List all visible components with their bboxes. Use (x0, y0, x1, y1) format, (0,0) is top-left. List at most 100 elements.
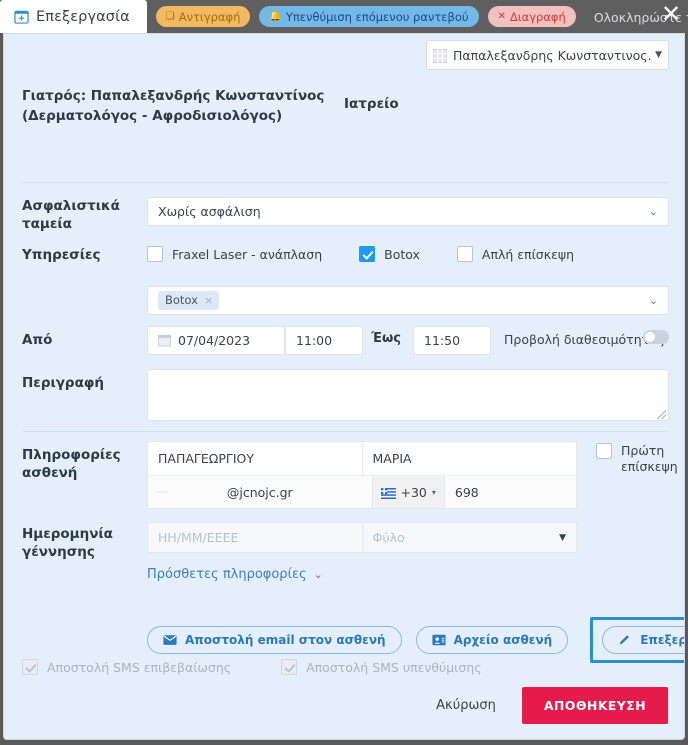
description-textarea[interactable] (147, 369, 669, 421)
divider-middle (22, 431, 668, 432)
pill-copy-label: Αντιγραφή (178, 9, 241, 24)
appointment-edit-dialog: Γιατρός: Παπαλεξανδρής Κωνσταντίνος (Δερ… (3, 33, 685, 740)
time-to-input[interactable]: 11:50 (413, 326, 491, 355)
patient-firstname-field[interactable]: ΜΑΡΙΑ (363, 442, 577, 475)
greece-flag-icon (380, 487, 396, 499)
description-label-text: Περιγραφή (22, 375, 105, 391)
chevron-down-icon: ▼ (559, 532, 566, 543)
tab-edit[interactable]: Επεξεργασία (0, 0, 147, 33)
patient-phone-field[interactable]: +30 ▾ 698 (372, 476, 576, 508)
patient-info-grid: ΠΑΠΑΓΕΩΡΓΙΟΥ ΜΑΡΙΑ @jcnojc.gr +30 ▾ 698 (147, 441, 577, 509)
date-input[interactable]: 07/04/2023 (147, 326, 285, 355)
clinic-select[interactable]: Παπαλεξανδρης Κωνσταντινος. (mes ▼ (426, 40, 669, 70)
insurance-select[interactable]: Χωρίς ασφάλιση ⌄ (147, 197, 669, 226)
patient-action-buttons: Αποστολή email στον ασθενή Αρχείο ασθενή (147, 617, 684, 663)
patient-phone-value: 698 (454, 484, 479, 500)
availability-label: Προβολή διαθεσιμότητας (504, 332, 665, 347)
availability-toggle[interactable] (643, 330, 669, 344)
service-label: Fraxel Laser - ανάπλαση (172, 246, 323, 262)
pill-copy[interactable]: ❏ Αντιγραφή (155, 6, 251, 27)
edit-patient-button[interactable]: Επεξεργασία ασθενή (602, 626, 684, 654)
grid-icon (433, 48, 447, 63)
chevron-down-icon: ▼ (655, 50, 662, 60)
patient-file-icon (432, 633, 446, 647)
schedule-row: 07/04/2023 11:00 Έως 11:50 Προβολή διαθε… (4, 326, 684, 356)
edit-patient-label: Επεξεργασία ασθενή (640, 633, 684, 647)
checkbox-checked-icon[interactable] (359, 246, 376, 262)
pencil-icon (618, 633, 632, 647)
birthdate-label-text: Ημερομηνία γέννησης (22, 526, 113, 560)
insurance-label: Ασφαλιστικά ταμεία (4, 197, 134, 233)
doctor-row: Γιατρός: Παπαλεξανδρής Κωνσταντίνος (Δερ… (4, 86, 684, 126)
to-label: Έως (371, 331, 401, 346)
phone-prefix-value: +30 (400, 484, 427, 500)
doctor-name: Γιατρός: Παπαλεξανδρής Κωνσταντίνος (Δερ… (22, 88, 325, 124)
pill-delete[interactable]: ✕ Διαγραφή (487, 6, 576, 27)
clinic-value: Παπαλεξανδρης Κωνσταντινος. (mes (453, 47, 652, 63)
pill-remind-label: Υπενθύμιση επόμενου ραντεβού (285, 9, 469, 24)
cancel-button[interactable]: Ακύρωση (436, 698, 496, 713)
dialog-footer: Ακύρωση ΑΠΟΘΗΚΕΥΣΗ (4, 671, 684, 739)
time-from-value: 11:00 (296, 333, 333, 348)
service-checkbox-fraxel[interactable]: Fraxel Laser - ανάπλαση (147, 246, 322, 262)
patient-lastname-field[interactable]: ΠΑΠΑΓΕΩΡΓΙΟΥ (148, 442, 363, 475)
divider-top (22, 182, 668, 183)
time-to-value: 11:50 (424, 333, 461, 348)
edit-patient-highlight: Επεξεργασία ασθενή (590, 617, 684, 663)
extra-info-toggle[interactable]: Πρόσθετες πληροφορίες ⌄ (147, 567, 323, 582)
first-visit-checkbox[interactable]: Πρώτη επίσκεψη (596, 443, 684, 475)
date-value: 07/04/2023 (178, 333, 251, 348)
service-multiselect[interactable]: Botox × ⌄ (147, 286, 669, 315)
service-chip-botox[interactable]: Botox × (158, 291, 220, 310)
chevron-down-icon: ⌄ (648, 294, 658, 307)
first-visit-label: Πρώτη επίσκεψη (621, 443, 678, 474)
patient-file-label: Αρχείο ασθενή (453, 633, 553, 647)
send-email-button[interactable]: Αποστολή email στον ασθενή (147, 626, 402, 654)
chevron-down-icon: ⌄ (313, 568, 323, 581)
birthdate-input[interactable]: ΗΗ/ΜΜ/ΕΕΕΕ (147, 522, 362, 553)
calendar-icon (158, 334, 171, 347)
copy-icon: ❏ (165, 10, 175, 22)
chip-remove-icon[interactable]: × (204, 294, 213, 307)
patient-email-field[interactable]: @jcnojc.gr (148, 476, 373, 508)
gender-select[interactable]: Φύλο ▼ (361, 522, 577, 553)
calendar-plus-icon (14, 9, 29, 24)
email-placeholder-mark (156, 491, 168, 493)
gender-placeholder: Φύλο (372, 530, 405, 545)
time-from-input[interactable]: 11:00 (285, 326, 363, 355)
close-icon[interactable]: ✕ (658, 2, 684, 28)
save-button[interactable]: ΑΠΟΘΗΚΕΥΣΗ (521, 686, 668, 724)
envelope-icon (163, 633, 177, 647)
patient-name-line: ΠΑΠΑΓΕΩΡΓΙΟΥ ΜΑΡΙΑ (148, 442, 576, 475)
services-label-text: Υπηρεσίες (22, 247, 101, 263)
patient-email-value: @jcnojc.gr (226, 484, 293, 500)
tab-edit-label: Επεξεργασία (36, 8, 130, 25)
service-checkbox-simple-visit[interactable]: Απλή επίσκεψη (456, 246, 575, 262)
services-row: Υπηρεσίες Fraxel Laser - ανάπλαση Botox … (4, 246, 684, 264)
birthdate-grid: ΗΗ/ΜΜ/ΕΕΕΕ Φύλο ▼ (147, 522, 577, 553)
patient-info-label-text: Πληροφορίες ασθενή (22, 447, 121, 481)
window-tab-strip: Επεξεργασία ❏ Αντιγραφή 🔔 Υπενθύμιση επό… (0, 0, 688, 33)
chip-label: Botox (165, 293, 198, 307)
checkbox-icon[interactable] (456, 246, 473, 262)
insurance-label-text: Ασφαλιστικά ταμεία (22, 198, 120, 232)
resize-handle-icon[interactable] (657, 410, 666, 419)
patient-info-label: Πληροφορίες ασθενή (4, 446, 134, 482)
x-icon: ✕ (497, 10, 506, 22)
services-label: Υπηρεσίες (4, 246, 134, 264)
phone-country-selector[interactable]: +30 ▾ (372, 476, 445, 508)
insurance-value: Χωρίς ασφάλιση (158, 204, 261, 219)
send-email-label: Αποστολή email στον ασθενή (185, 633, 386, 647)
pill-next-appointment-reminder[interactable]: 🔔 Υπενθύμιση επόμενου ραντεβού (259, 6, 479, 27)
patient-contact-line: @jcnojc.gr +30 ▾ 698 (148, 475, 576, 508)
chevron-down-icon: ⌄ (648, 205, 658, 218)
service-label: Botox (384, 246, 420, 262)
service-checkbox-botox[interactable]: Botox (359, 246, 420, 262)
services-checkbox-list: Fraxel Laser - ανάπλαση Botox Απλή επίσκ… (147, 246, 611, 262)
checkbox-icon[interactable] (596, 443, 612, 459)
pill-delete-label: Διαγραφή (509, 9, 566, 24)
chevron-down-icon: ▾ (431, 487, 436, 497)
patient-file-button[interactable]: Αρχείο ασθενή (415, 626, 569, 654)
checkbox-icon[interactable] (147, 246, 163, 262)
service-label: Απλή επίσκεψη (481, 246, 575, 262)
